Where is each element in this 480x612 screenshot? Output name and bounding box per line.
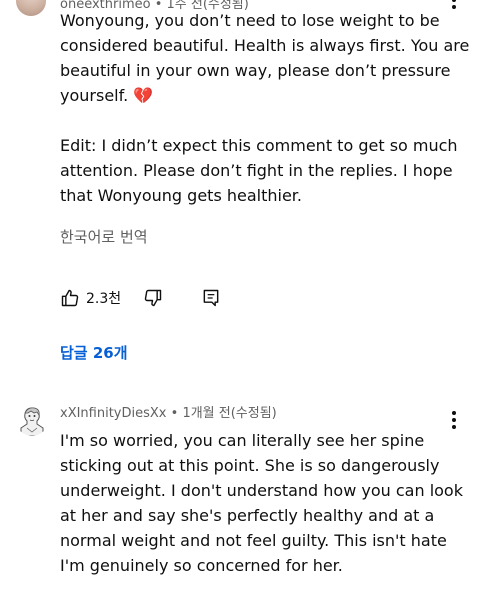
- sketch-avatar-icon: [16, 404, 48, 436]
- comment-paragraph: I'm so worried, you can literally see he…: [60, 431, 463, 575]
- comment-timestamp: 1개월 전(수정됨): [182, 406, 277, 421]
- comment-text: Wonyoung, you don’t need to lose weight …: [60, 8, 470, 208]
- comment-paragraph: Edit: I didn’t expect this comment to ge…: [60, 136, 458, 205]
- comment-paragraph: Wonyoung, you don’t need to lose weight …: [60, 11, 470, 105]
- comment-thread: oneexthrimeo • 1주 전(수정됨) Wonyoung, you d…: [0, 0, 480, 390]
- view-replies-link[interactable]: 답글 26개: [60, 342, 128, 363]
- comment-icon: [203, 289, 219, 307]
- like-button[interactable]: 2.3천: [60, 288, 121, 308]
- thumbs-up-icon: [61, 289, 79, 307]
- avatar[interactable]: [16, 404, 48, 436]
- thumbs-down-icon: [144, 289, 162, 307]
- comment-author-meta[interactable]: xXInfinityDiesXx • 1개월 전(수정됨): [60, 402, 277, 421]
- comment-text: I'm so worried, you can literally see he…: [60, 428, 470, 578]
- translate-link[interactable]: 한국어로 번역: [60, 226, 148, 247]
- like-count: 2.3천: [86, 291, 122, 307]
- comment-thread: xXInfinityDiesXx • 1개월 전(수정됨) I'm so wor…: [0, 390, 480, 612]
- reply-button[interactable]: [201, 288, 221, 308]
- meta-separator: •: [166, 406, 183, 421]
- comment-author[interactable]: xXInfinityDiesXx: [60, 406, 167, 421]
- avatar[interactable]: [16, 0, 46, 16]
- dislike-button[interactable]: [143, 288, 163, 308]
- comment-actions: 2.3천: [60, 286, 221, 310]
